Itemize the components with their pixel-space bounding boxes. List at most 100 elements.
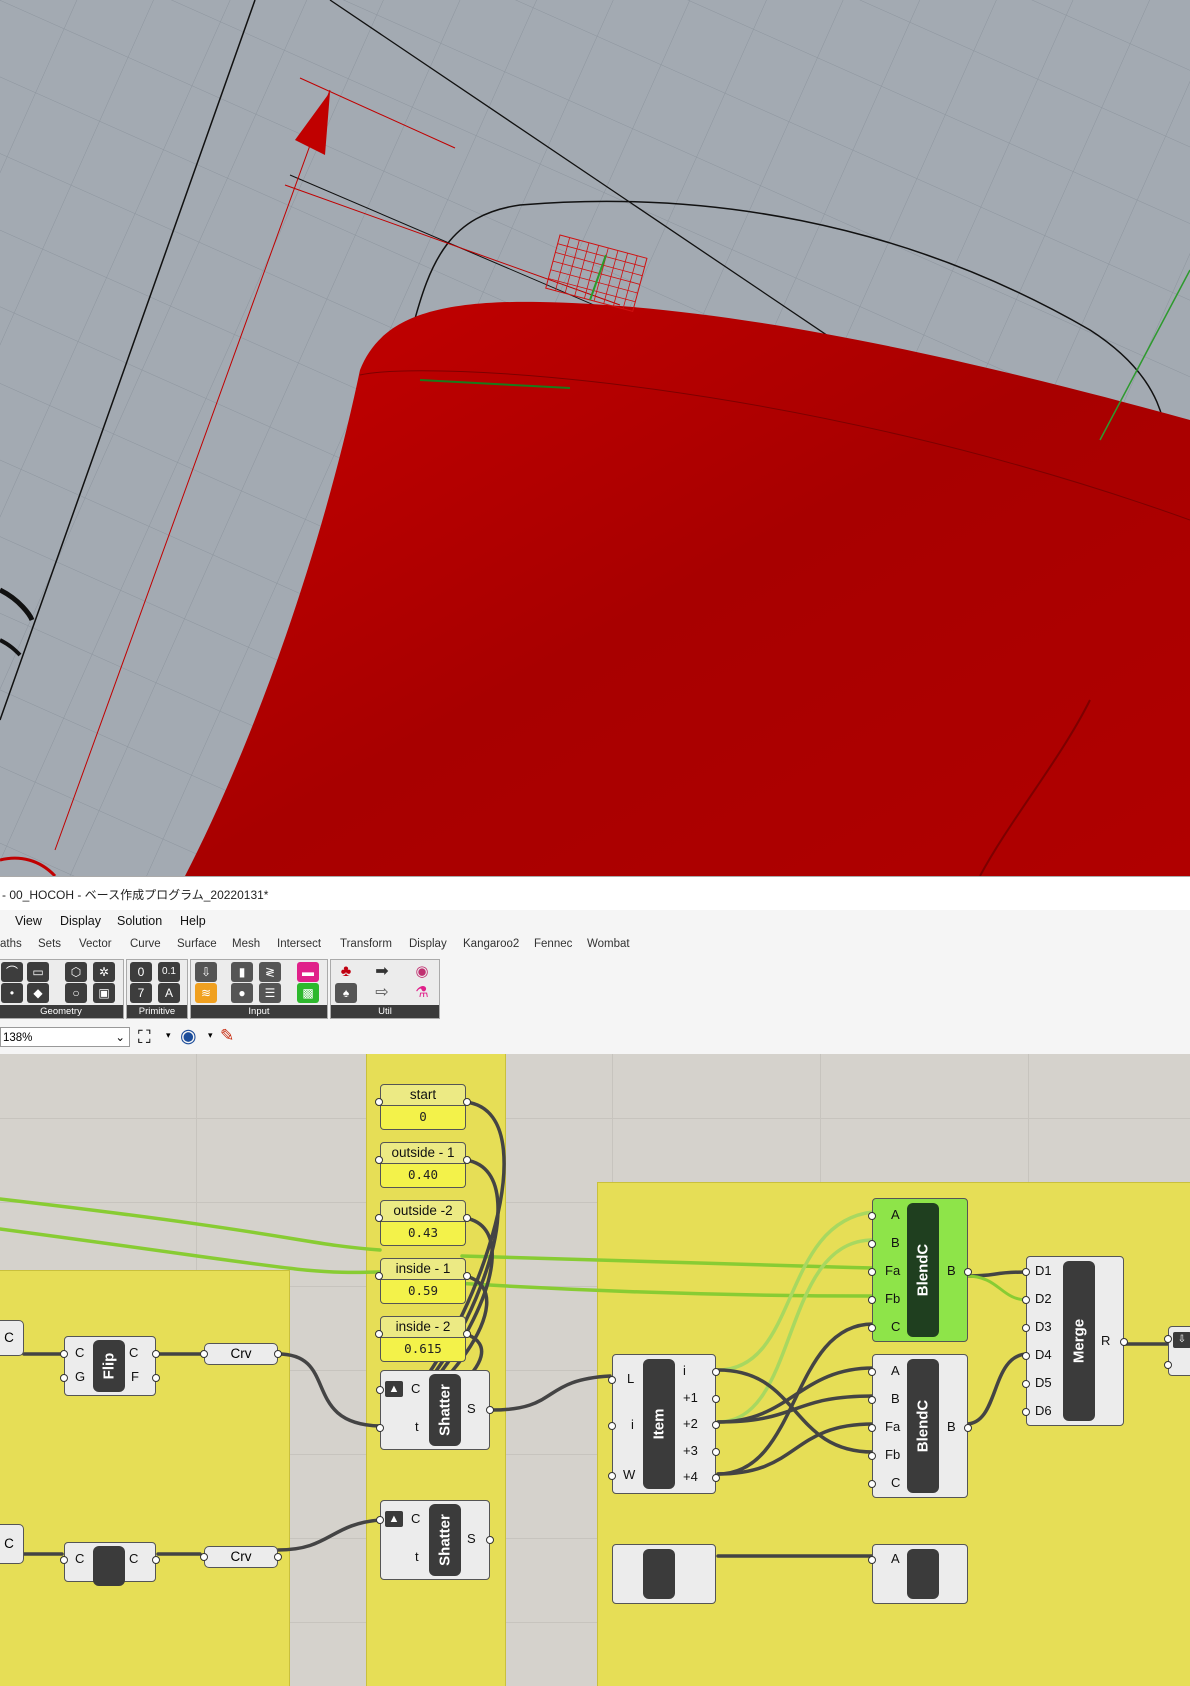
mesh-icon[interactable]: ✲ bbox=[93, 962, 115, 982]
swatch-icon[interactable]: ● bbox=[231, 983, 253, 1003]
vector-icon[interactable]: ◆ bbox=[27, 983, 49, 1003]
menu-view[interactable]: View bbox=[15, 914, 42, 928]
input-port[interactable] bbox=[375, 1098, 383, 1106]
input-port[interactable] bbox=[868, 1368, 876, 1376]
input-port[interactable] bbox=[868, 1396, 876, 1404]
output-port[interactable] bbox=[712, 1448, 720, 1456]
text-icon[interactable]: A bbox=[158, 983, 180, 1003]
input-port[interactable] bbox=[868, 1324, 876, 1332]
number-icon[interactable]: 0.1 bbox=[158, 962, 180, 982]
input-port[interactable] bbox=[375, 1156, 383, 1164]
output-port[interactable] bbox=[486, 1406, 494, 1414]
slider-outside-1[interactable]: outside - 1 0.40 bbox=[375, 1142, 471, 1192]
gradient-icon[interactable]: ▬ bbox=[297, 962, 319, 982]
menu-display[interactable]: Display bbox=[60, 914, 101, 928]
brep-icon[interactable]: ⬡ bbox=[65, 962, 87, 982]
input-port[interactable] bbox=[1022, 1324, 1030, 1332]
blendc-component-3[interactable]: A bbox=[868, 1544, 968, 1604]
tab-fennec[interactable]: Fennec bbox=[534, 938, 572, 950]
slider-value[interactable]: 0.40 bbox=[380, 1164, 466, 1188]
input-port[interactable] bbox=[868, 1212, 876, 1220]
tree-icon[interactable]: ♠ bbox=[335, 983, 357, 1003]
flip-component[interactable]: C G Flip C F bbox=[60, 1336, 160, 1396]
slider-start[interactable]: start 0 bbox=[375, 1084, 471, 1134]
output-port[interactable] bbox=[463, 1156, 471, 1164]
output-port[interactable] bbox=[463, 1272, 471, 1280]
graft-icon[interactable]: ◉ bbox=[411, 962, 433, 982]
input-port[interactable] bbox=[60, 1374, 68, 1382]
param-c-2[interactable]: C bbox=[0, 1524, 24, 1564]
output-port[interactable] bbox=[964, 1424, 972, 1432]
slider-value[interactable]: 0.615 bbox=[380, 1338, 466, 1362]
output-port[interactable] bbox=[712, 1395, 720, 1403]
sketch-pen-icon[interactable]: ✎ bbox=[220, 1026, 234, 1046]
input-port[interactable] bbox=[608, 1376, 616, 1384]
input-port[interactable] bbox=[375, 1272, 383, 1280]
zoom-extents-icon[interactable]: ⛶ bbox=[138, 1027, 151, 1047]
output-port[interactable] bbox=[463, 1214, 471, 1222]
integer-icon[interactable]: 7 bbox=[130, 983, 152, 1003]
input-port[interactable] bbox=[376, 1424, 384, 1432]
curve-icon[interactable]: ⌒ bbox=[1, 962, 23, 982]
list-item-component[interactable]: L i W Item i +1 +2 +3 +4 bbox=[608, 1354, 720, 1494]
menu-solution[interactable]: Solution bbox=[117, 914, 162, 928]
input-port[interactable] bbox=[608, 1472, 616, 1480]
input-port[interactable] bbox=[200, 1553, 208, 1561]
input-port[interactable] bbox=[868, 1240, 876, 1248]
input-port[interactable] bbox=[868, 1268, 876, 1276]
slider-inside-1[interactable]: inside - 1 0.59 bbox=[375, 1258, 471, 1308]
tab-vector[interactable]: Vector bbox=[79, 938, 112, 950]
crv-param-2[interactable]: Crv bbox=[200, 1546, 282, 1568]
point-icon[interactable]: • bbox=[1, 983, 23, 1003]
circle-icon[interactable]: ○ bbox=[65, 983, 87, 1003]
tab-wombat[interactable]: Wombat bbox=[587, 938, 630, 950]
flask-icon[interactable]: ⚗ bbox=[411, 983, 433, 1003]
input-port[interactable] bbox=[60, 1350, 68, 1358]
output-port[interactable] bbox=[486, 1536, 494, 1544]
slider-outside-2[interactable]: outside -2 0.43 bbox=[375, 1200, 471, 1250]
input-port[interactable] bbox=[375, 1330, 383, 1338]
output-port[interactable] bbox=[463, 1330, 471, 1338]
slider-value[interactable]: 0 bbox=[380, 1106, 466, 1130]
slider-inside-2[interactable]: inside - 2 0.615 bbox=[375, 1316, 471, 1366]
surface-icon[interactable]: ▭ bbox=[27, 962, 49, 982]
zoom-dropdown[interactable]: 138% ⌄ bbox=[0, 1027, 130, 1047]
toggle-icon[interactable]: ▮ bbox=[231, 962, 253, 982]
arrow-outline-icon[interactable]: ⇨ bbox=[371, 983, 393, 1003]
input-port[interactable] bbox=[1022, 1268, 1030, 1276]
slider-value[interactable]: 0.43 bbox=[380, 1222, 466, 1246]
output-port[interactable] bbox=[712, 1474, 720, 1482]
input-port[interactable] bbox=[200, 1350, 208, 1358]
shatter-component-2[interactable]: ▲ C t Shatter S bbox=[376, 1500, 494, 1580]
input-port[interactable] bbox=[868, 1556, 876, 1564]
preview-eye-icon[interactable]: ◉ bbox=[180, 1025, 197, 1048]
input-port[interactable] bbox=[608, 1422, 616, 1430]
tab-intersect[interactable]: Intersect bbox=[277, 938, 321, 950]
output-port[interactable] bbox=[712, 1368, 720, 1376]
input-port[interactable] bbox=[1164, 1361, 1172, 1369]
flip-component-2[interactable]: C C bbox=[60, 1542, 160, 1586]
input-port[interactable] bbox=[1022, 1352, 1030, 1360]
crv-param[interactable]: Crv bbox=[200, 1343, 282, 1365]
output-port[interactable] bbox=[964, 1268, 972, 1276]
input-port[interactable] bbox=[1022, 1380, 1030, 1388]
list-item-component-2[interactable] bbox=[612, 1544, 716, 1604]
tab-sets[interactable]: Sets bbox=[38, 938, 61, 950]
input-port[interactable] bbox=[376, 1386, 384, 1394]
box-icon[interactable]: ▣ bbox=[93, 983, 115, 1003]
output-port[interactable] bbox=[152, 1350, 160, 1358]
param-c[interactable]: C bbox=[0, 1320, 24, 1356]
input-port[interactable] bbox=[1022, 1408, 1030, 1416]
output-port[interactable] bbox=[274, 1553, 282, 1561]
tab-mesh[interactable]: Mesh bbox=[232, 938, 260, 950]
tab-surface[interactable]: Surface bbox=[177, 938, 217, 950]
chevron-down-icon[interactable]: ▾ bbox=[208, 1030, 213, 1041]
tab-kangaroo2[interactable]: Kangaroo2 bbox=[463, 938, 519, 950]
data-dam-icon[interactable]: ☰ bbox=[259, 983, 281, 1003]
blendc-component[interactable]: A B Fa Fb C BlendC B bbox=[868, 1354, 972, 1498]
input-port[interactable] bbox=[868, 1480, 876, 1488]
button-icon[interactable]: ≷ bbox=[259, 962, 281, 982]
output-port[interactable] bbox=[1120, 1338, 1128, 1346]
cherry-icon[interactable]: ♣ bbox=[335, 962, 357, 982]
input-port[interactable] bbox=[868, 1296, 876, 1304]
